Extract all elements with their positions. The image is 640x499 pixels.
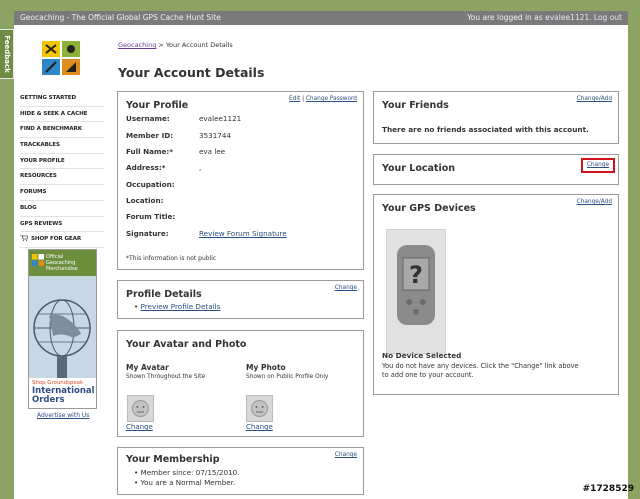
my-photo-section: My Photo Shown on Public Profile Only xyxy=(246,363,329,380)
watermark: #1728529 xyxy=(582,484,634,494)
profile-details-title: Profile Details xyxy=(126,289,202,300)
nav-resources[interactable]: RESOURCES xyxy=(20,169,104,186)
membership-item: • Member since: 07/15/2010. xyxy=(134,468,240,477)
friends-title: Your Friends xyxy=(382,100,449,111)
banner-footer: Shop Groundspeak International Orders xyxy=(29,378,96,408)
nav-blog[interactable]: BLOG xyxy=(20,201,104,217)
site-title: Geocaching - The Official Global GPS Cac… xyxy=(20,13,221,22)
no-device-text: You do not have any devices. Click the "… xyxy=(382,362,579,379)
membership-item: • You are a Normal Member. xyxy=(134,478,236,487)
nav-your-profile[interactable]: YOUR PROFILE xyxy=(20,154,104,170)
breadcrumb-current: Your Account Details xyxy=(165,41,233,49)
feedback-tab[interactable]: Feedback xyxy=(0,29,14,79)
breadcrumb: Geocaching > Your Account Details xyxy=(118,41,233,49)
username-link[interactable]: evalee1121. xyxy=(545,13,591,22)
nav-shop-for-gear[interactable]: SHOP FOR GEAR xyxy=(20,232,104,248)
gps-devices-box: Your GPS Devices Change/Add ? No Device … xyxy=(373,194,619,395)
preview-profile-link[interactable]: Preview Profile Details xyxy=(141,302,221,311)
location-change-link[interactable]: Change xyxy=(581,158,615,173)
advertise-link[interactable]: Advertise with Us xyxy=(37,412,89,419)
membership-box: Your Membership Change • Member since: 0… xyxy=(117,447,364,495)
profile-details-bullet: • Preview Profile Details xyxy=(134,302,221,311)
banner-intl-text: International Orders xyxy=(32,386,95,405)
no-device-title: No Device Selected xyxy=(382,351,462,360)
nav-gps-reviews[interactable]: GPS REVIEWS xyxy=(20,217,104,233)
nav-find-benchmark[interactable]: FIND A BENCHMARK xyxy=(20,122,104,139)
private-info-note: *This information is not public xyxy=(126,255,217,262)
profile-details-change-link[interactable]: Change xyxy=(335,285,357,291)
banner-logo-icon xyxy=(32,254,44,266)
profile-links: Edit | Change Password xyxy=(289,96,357,102)
top-bar: Geocaching - The Official Global GPS Cac… xyxy=(14,11,628,25)
logged-in-prefix: You are logged in as xyxy=(467,13,543,22)
change-photo-link[interactable]: Change xyxy=(246,423,273,431)
geocaching-logo-icon[interactable] xyxy=(40,39,82,79)
svg-text:?: ? xyxy=(409,261,423,289)
location-title: Your Location xyxy=(382,163,455,174)
membership-change-link[interactable]: Change xyxy=(335,452,357,458)
banner-header: Official Geocaching Merchandise xyxy=(29,250,96,276)
gps-devices-title: Your GPS Devices xyxy=(382,203,476,214)
unknown-gps-device-icon: ? xyxy=(386,229,446,354)
banner-head-line3: Merchandise xyxy=(46,266,78,272)
breadcrumb-home-link[interactable]: Geocaching xyxy=(118,41,156,49)
login-status: You are logged in as evalee1121. Log out xyxy=(467,11,622,25)
nav-hide-seek[interactable]: HIDE & SEEK A CACHE xyxy=(20,107,104,123)
gps-change-add-link[interactable]: Change/Add xyxy=(577,199,612,205)
sidebar-nav: GETTING STARTED HIDE & SEEK A CACHE FIND… xyxy=(20,91,104,248)
edit-profile-link[interactable]: Edit xyxy=(289,96,300,102)
nav-trackables[interactable]: TRACKABLES xyxy=(20,138,104,154)
logout-link[interactable]: Log out xyxy=(594,13,622,22)
profile-box: Your Profile Edit | Change Password User… xyxy=(117,91,364,270)
avatar-photo-box: Your Avatar and Photo My Avatar Shown Th… xyxy=(117,330,364,437)
page-title: Your Account Details xyxy=(118,65,265,80)
main-content: Geocaching > Your Account Details Your A… xyxy=(107,25,628,499)
change-avatar-link[interactable]: Change xyxy=(126,423,153,431)
friends-box: Your Friends Change/Add There are no fri… xyxy=(373,91,619,144)
merchandise-banner[interactable]: Official Geocaching Merchandise Shop Gro… xyxy=(28,249,97,409)
my-avatar-section: My Avatar Shown Throughout the Site xyxy=(126,363,206,380)
avatar-placeholder-icon xyxy=(127,395,154,422)
change-password-link[interactable]: Change Password xyxy=(306,96,357,102)
no-friends-text: There are no friends associated with thi… xyxy=(382,125,589,134)
photo-placeholder-icon xyxy=(246,395,273,422)
nav-getting-started[interactable]: GETTING STARTED xyxy=(20,91,104,107)
friends-change-add-link[interactable]: Change/Add xyxy=(577,96,612,102)
location-box: Your Location Change xyxy=(373,154,619,185)
shopping-cart-icon xyxy=(20,235,28,242)
membership-title: Your Membership xyxy=(126,454,220,465)
profile-title: Your Profile xyxy=(126,100,189,111)
review-signature-link[interactable]: Review Forum Signature xyxy=(199,229,287,238)
globe-sculpture-image xyxy=(29,276,96,378)
profile-details-box: Profile Details Change • Preview Profile… xyxy=(117,280,364,319)
avatar-photo-title: Your Avatar and Photo xyxy=(126,339,247,350)
sidebar: GETTING STARTED HIDE & SEEK A CACHE FIND… xyxy=(14,25,107,499)
nav-forums[interactable]: FORUMS xyxy=(20,185,104,201)
